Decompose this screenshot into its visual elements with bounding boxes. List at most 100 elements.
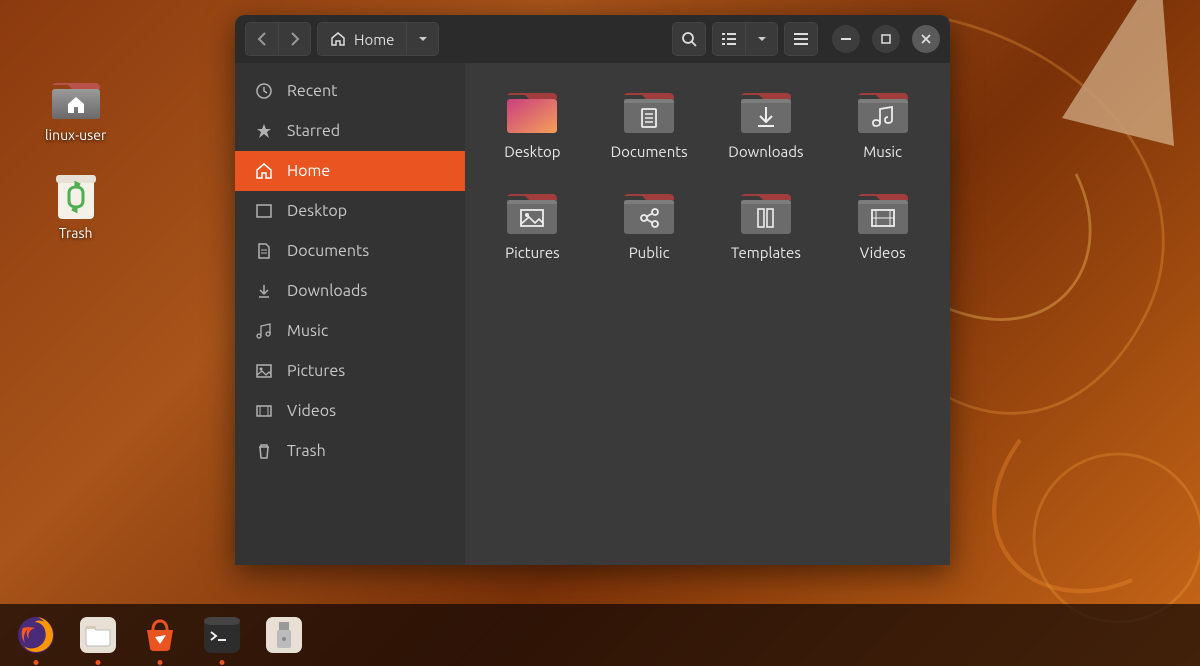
- folder-desktop[interactable]: Desktop: [479, 83, 586, 164]
- template-folder-icon: [737, 188, 795, 238]
- file-manager-body: Recent Starred Home Desktop Documents Downloa…: [235, 63, 950, 565]
- trash-icon: [255, 442, 273, 460]
- sidebar-item-desktop[interactable]: Desktop: [235, 191, 465, 231]
- hamburger-menu-button[interactable]: [785, 23, 817, 55]
- folder-grid: Desktop Documents Downloads Music Pictures Pu…: [479, 83, 936, 265]
- folder-downloads[interactable]: Downloads: [713, 83, 820, 164]
- sidebar-item-music[interactable]: Music: [235, 311, 465, 351]
- desktop-icon-label: linux-user: [45, 127, 106, 143]
- home-folder-icon: [48, 75, 104, 123]
- usb-drive-icon: [263, 614, 305, 656]
- chevron-right-icon: [290, 32, 300, 46]
- folder-label: Videos: [860, 244, 906, 261]
- files-icon: [77, 614, 119, 656]
- sidebar-item-pictures[interactable]: Pictures: [235, 351, 465, 391]
- folder-templates[interactable]: Templates: [713, 184, 820, 265]
- pathbar-home[interactable]: Home: [318, 23, 406, 55]
- picture-icon: [255, 362, 273, 380]
- close-icon: [921, 34, 931, 44]
- titlebar[interactable]: Home: [235, 15, 950, 63]
- list-icon: [722, 33, 736, 45]
- sidebar-item-label: Videos: [287, 402, 336, 420]
- caret-down-icon: [418, 36, 428, 42]
- forward-button[interactable]: [278, 23, 310, 55]
- sidebar: Recent Starred Home Desktop Documents Downloa…: [235, 63, 465, 565]
- sidebar-item-label: Starred: [287, 122, 340, 140]
- sidebar-item-label: Desktop: [287, 202, 347, 220]
- folder-public[interactable]: Public: [596, 184, 703, 265]
- gradient-folder-icon: [503, 87, 561, 137]
- nav-buttons: [245, 22, 311, 56]
- trash-icon: [48, 173, 104, 221]
- dock-indicator: [96, 660, 101, 665]
- dock: [0, 604, 1200, 666]
- dock-indicator: [34, 660, 39, 665]
- folder-label: Public: [629, 244, 670, 261]
- folder-documents[interactable]: Documents: [596, 83, 703, 164]
- music-folder-icon: [854, 87, 912, 137]
- sidebar-item-home[interactable]: Home: [235, 151, 465, 191]
- menu-group: [784, 22, 818, 56]
- minimize-button[interactable]: [832, 25, 860, 53]
- content-pane: Desktop Documents Downloads Music Pictures Pu…: [465, 63, 950, 565]
- folder-label: Documents: [611, 143, 688, 160]
- desktop-icon-trash[interactable]: Trash: [45, 173, 106, 241]
- folder-label: Pictures: [505, 244, 560, 261]
- maximize-button[interactable]: [872, 25, 900, 53]
- home-icon: [330, 31, 346, 47]
- clock-icon: [255, 82, 273, 100]
- folder-label: Downloads: [728, 143, 803, 160]
- dock-indicator: [220, 660, 225, 665]
- dock-terminal[interactable]: [198, 611, 246, 659]
- search-icon: [681, 31, 697, 47]
- star-icon: [255, 122, 273, 140]
- sidebar-item-starred[interactable]: Starred: [235, 111, 465, 151]
- dock-software[interactable]: [136, 611, 184, 659]
- folder-music[interactable]: Music: [829, 83, 936, 164]
- search-button[interactable]: [673, 23, 705, 55]
- view-group: [712, 22, 778, 56]
- close-button[interactable]: [912, 25, 940, 53]
- firefox-icon: [15, 614, 57, 656]
- folder-pictures[interactable]: Pictures: [479, 184, 586, 265]
- software-store-icon: [139, 614, 181, 656]
- download-icon: [255, 282, 273, 300]
- search-group: [672, 22, 706, 56]
- home-icon: [255, 162, 273, 180]
- sidebar-item-recent[interactable]: Recent: [235, 71, 465, 111]
- dock-usb[interactable]: [260, 611, 308, 659]
- folder-videos[interactable]: Videos: [829, 184, 936, 265]
- sidebar-item-trash[interactable]: Trash: [235, 431, 465, 471]
- sidebar-item-label: Pictures: [287, 362, 345, 380]
- video-folder-icon: [854, 188, 912, 238]
- hamburger-icon: [794, 33, 808, 45]
- sidebar-item-label: Recent: [287, 82, 337, 100]
- window-controls: [832, 25, 940, 53]
- pathbar[interactable]: Home: [317, 22, 439, 56]
- document-icon: [255, 242, 273, 260]
- path-dropdown-button[interactable]: [406, 23, 438, 55]
- view-dropdown-button[interactable]: [745, 23, 777, 55]
- maximize-icon: [881, 34, 891, 44]
- caret-down-icon: [757, 36, 767, 42]
- sidebar-item-downloads[interactable]: Downloads: [235, 271, 465, 311]
- folder-label: Music: [863, 143, 902, 160]
- document-folder-icon: [620, 87, 678, 137]
- terminal-icon: [201, 614, 243, 656]
- back-button[interactable]: [246, 23, 278, 55]
- list-view-button[interactable]: [713, 23, 745, 55]
- desktop-icon-home[interactable]: linux-user: [45, 75, 106, 143]
- dock-files[interactable]: [74, 611, 122, 659]
- sidebar-item-label: Downloads: [287, 282, 367, 300]
- picture-folder-icon: [503, 188, 561, 238]
- dock-firefox[interactable]: [12, 611, 60, 659]
- sidebar-item-videos[interactable]: Videos: [235, 391, 465, 431]
- share-folder-icon: [620, 188, 678, 238]
- folder-label: Templates: [731, 244, 801, 261]
- path-label: Home: [354, 31, 394, 48]
- sidebar-item-documents[interactable]: Documents: [235, 231, 465, 271]
- file-manager-window: Home: [235, 15, 950, 565]
- chevron-left-icon: [257, 32, 267, 46]
- video-icon: [255, 402, 273, 420]
- dock-indicator: [158, 660, 163, 665]
